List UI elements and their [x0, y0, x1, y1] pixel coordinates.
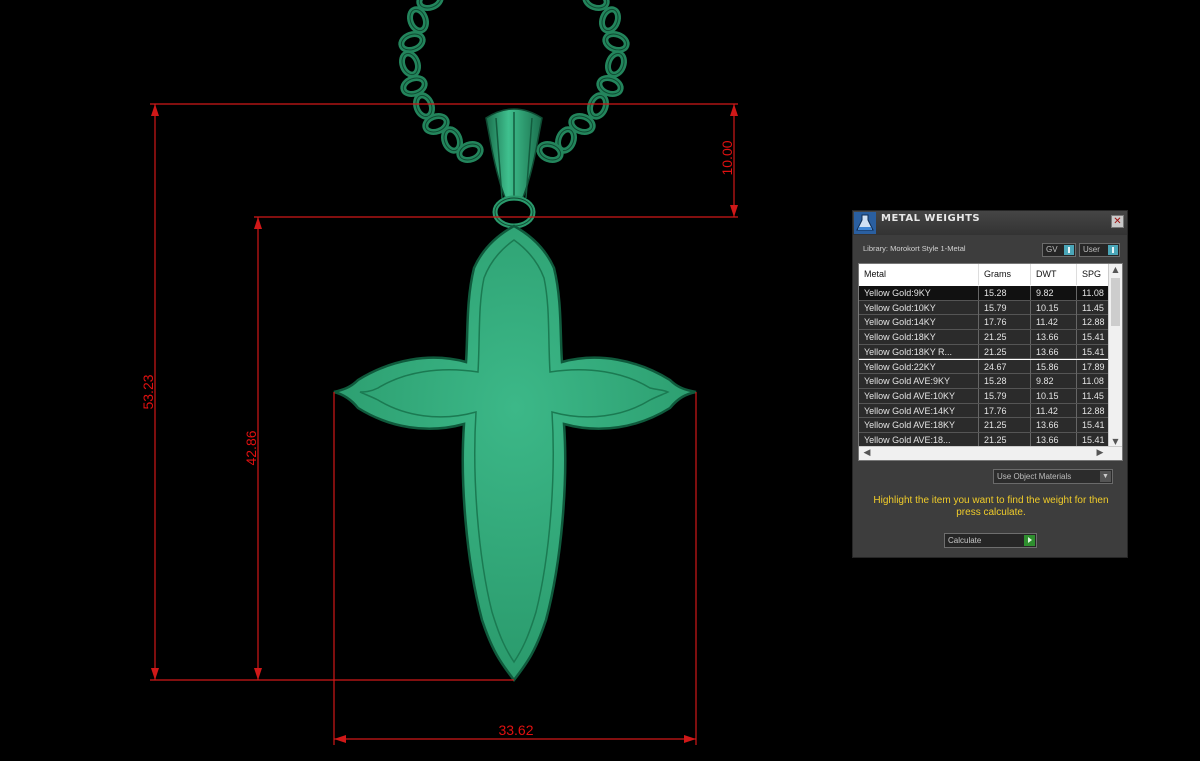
dimension-body-height-label: 42.86: [243, 430, 259, 465]
column-header-dwt[interactable]: DWT: [1031, 264, 1077, 285]
scroll-left-icon[interactable]: ◀: [861, 447, 873, 460]
table-cell: Yellow Gold AVE:18...: [859, 433, 979, 447]
gv-toggle[interactable]: GV: [1042, 243, 1076, 257]
table-row[interactable]: Yellow Gold AVE:18KY 21.25 13.66 15.41: [859, 418, 1117, 433]
bail: [485, 108, 543, 229]
table-row[interactable]: Yellow Gold:18KY R... 21.25 13.66 15.41: [859, 344, 1117, 360]
calculate-label: Calculate: [948, 536, 982, 545]
panel-title: METAL WEIGHTS: [881, 213, 981, 224]
vertical-scrollbar[interactable]: ▲ ▼: [1108, 264, 1122, 448]
scroll-up-icon[interactable]: ▲: [1109, 264, 1122, 276]
table-cell: 21.25: [979, 330, 1031, 345]
cross-pendant: [333, 224, 697, 683]
table-row[interactable]: Yellow Gold:18KY 21.25 13.66 15.41: [859, 330, 1117, 345]
table-cell: 10.15: [1031, 388, 1077, 403]
material-select-value: Use Object Materials: [997, 472, 1072, 481]
table-cell: 15.28: [979, 374, 1031, 389]
table-cell: 15.28: [979, 286, 1031, 300]
scroll-right-icon[interactable]: ▶: [1094, 447, 1106, 460]
table-cell: 13.66: [1031, 330, 1077, 345]
gv-toggle-label: GV: [1046, 245, 1058, 254]
table-cell: 13.66: [1031, 433, 1077, 447]
table-cell: Yellow Gold:9KY: [859, 286, 979, 300]
table-cell: Yellow Gold:14KY: [859, 315, 979, 330]
table-row[interactable]: Yellow Gold:9KY 15.28 9.82 11.08: [859, 286, 1117, 301]
table-cell: 15.79: [979, 300, 1031, 315]
table-row[interactable]: Yellow Gold AVE:10KY 15.79 10.15 11.45: [859, 388, 1117, 404]
table-cell: Yellow Gold:22KY: [859, 359, 979, 374]
table-cell: Yellow Gold:18KY: [859, 330, 979, 345]
table-row[interactable]: Yellow Gold:22KY 24.67 15.86 17.89: [859, 359, 1117, 375]
table-cell: Yellow Gold:18KY R...: [859, 344, 979, 359]
panel-titlebar[interactable]: METAL WEIGHTS ✕: [853, 211, 1127, 235]
close-icon: ✕: [1113, 216, 1122, 227]
dimension-total-height-label: 53.23: [140, 374, 156, 409]
toggle-info-icon: [1108, 245, 1118, 255]
table-cell: 24.67: [979, 359, 1031, 374]
metal-weights-panel: METAL WEIGHTS ✕ Library: Morokort Style …: [852, 210, 1128, 558]
metal-table[interactable]: Metal Grams DWT SPG Yellow Gold:9KY 15.28 9.82…: [858, 263, 1123, 461]
table-cell: Yellow Gold AVE:10KY: [859, 388, 979, 403]
table-cell: 21.25: [979, 433, 1031, 447]
table-row[interactable]: Yellow Gold AVE:14KY 17.76 11.42 12.88: [859, 403, 1117, 419]
scroll-thumb[interactable]: [1111, 278, 1120, 326]
close-button[interactable]: ✕: [1111, 215, 1124, 228]
material-select[interactable]: Use Object Materials ▼: [993, 469, 1113, 484]
table-cell: Yellow Gold AVE:18KY: [859, 418, 979, 433]
table-cell: 15.86: [1031, 359, 1077, 374]
user-toggle-label: User: [1083, 245, 1100, 254]
table-cell: 13.66: [1031, 418, 1077, 433]
table-cell: 15.79: [979, 388, 1031, 403]
calculate-button[interactable]: Calculate: [944, 533, 1037, 548]
table-cell: Yellow Gold:10KY: [859, 300, 979, 315]
flask-icon: [854, 212, 876, 234]
play-icon: [1024, 535, 1035, 546]
toggle-info-icon: [1064, 245, 1074, 255]
table-cell: 17.76: [979, 315, 1031, 330]
table-cell: 21.25: [979, 344, 1031, 359]
dimension-bail-height-label: 10.00: [719, 140, 735, 175]
chevron-down-icon: ▼: [1100, 471, 1111, 482]
table-row[interactable]: Yellow Gold:14KY 17.76 11.42 12.88: [859, 315, 1117, 331]
table-cell: 11.42: [1031, 315, 1077, 330]
column-header-grams[interactable]: Grams: [979, 264, 1031, 285]
table-row[interactable]: Yellow Gold:10KY 15.79 10.15 11.45: [859, 300, 1117, 316]
table-cell: 13.66: [1031, 344, 1077, 359]
instruction-text: Highlight the item you want to find the …: [873, 495, 1109, 518]
table-cell: Yellow Gold AVE:14KY: [859, 403, 979, 418]
table-cell: 21.25: [979, 418, 1031, 433]
horizontal-scrollbar[interactable]: ◀ ▶: [859, 446, 1122, 460]
table-cell: 9.82: [1031, 286, 1077, 300]
dimension-width-label: 33.62: [498, 722, 533, 738]
table-cell: 17.76: [979, 403, 1031, 418]
column-header-metal[interactable]: Metal: [859, 264, 979, 285]
table-cell: 11.42: [1031, 403, 1077, 418]
table-cell: 9.82: [1031, 374, 1077, 389]
table-row[interactable]: Yellow Gold AVE:9KY 15.28 9.82 11.08: [859, 374, 1117, 389]
table-cell: 10.15: [1031, 300, 1077, 315]
table-cell: Yellow Gold AVE:9KY: [859, 374, 979, 389]
library-label: Library: Morokort Style 1-Metal: [863, 244, 966, 253]
user-toggle[interactable]: User: [1079, 243, 1120, 257]
